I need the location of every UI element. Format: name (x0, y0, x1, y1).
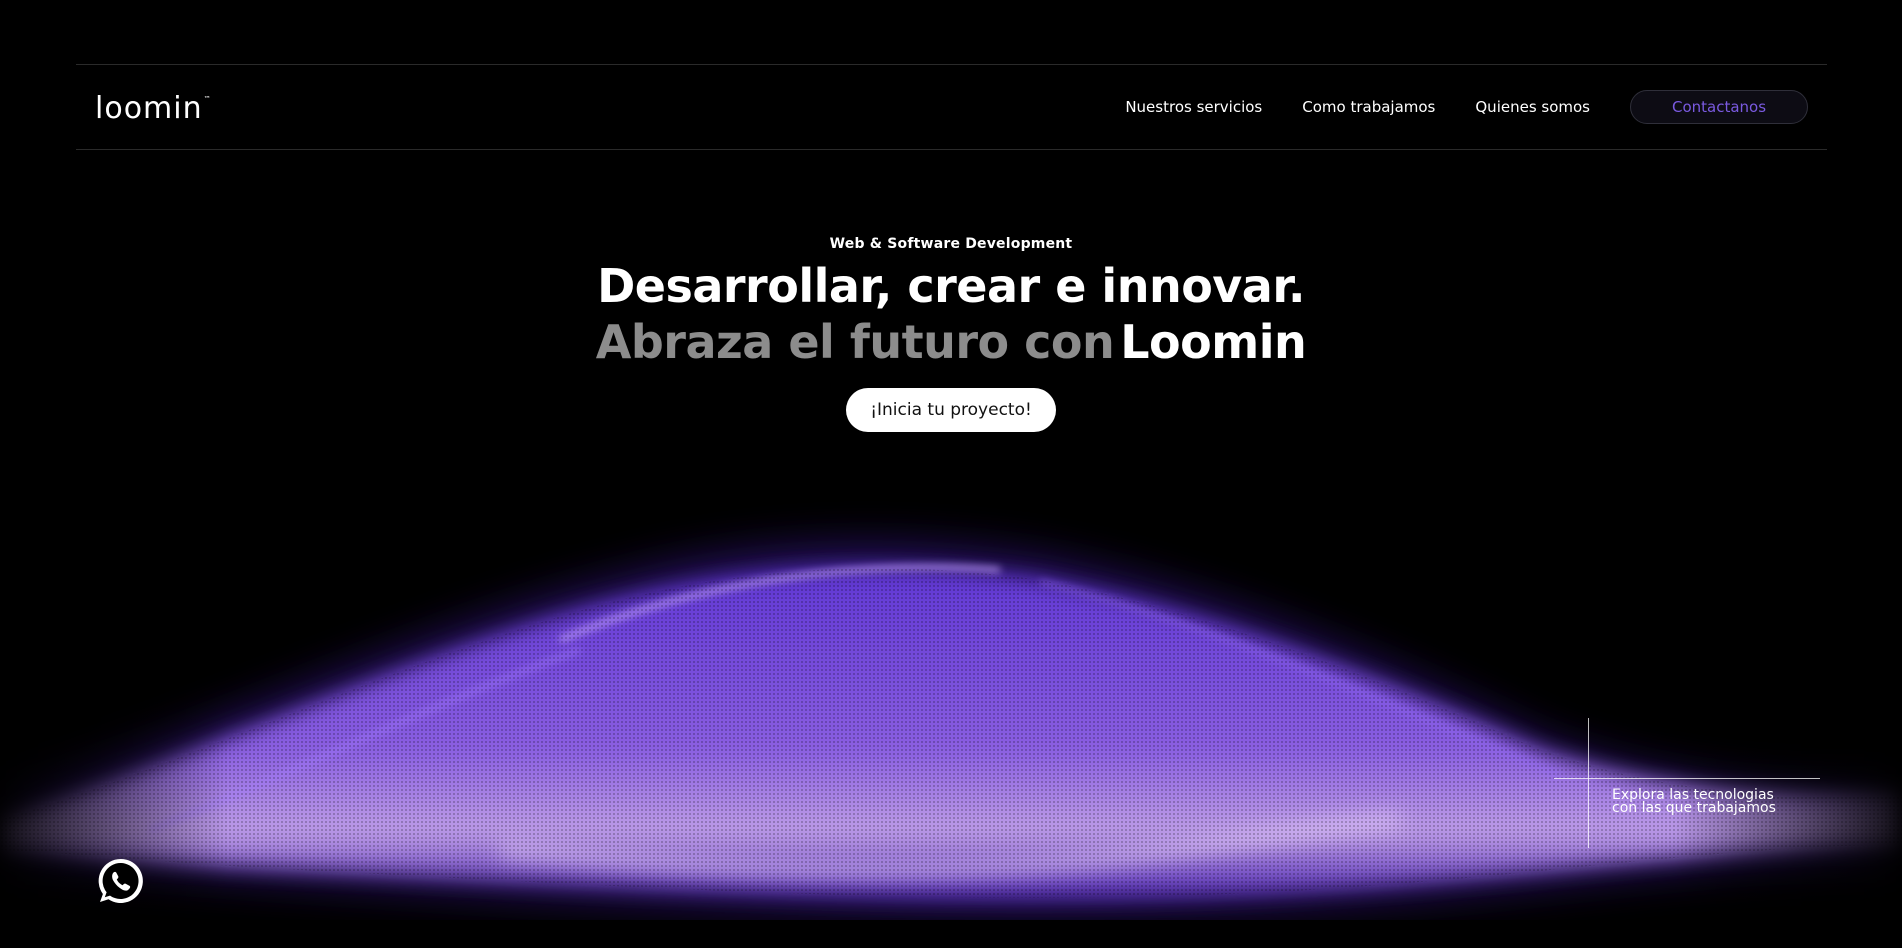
nav-link-how-we-work[interactable]: Como trabajamos (1302, 98, 1435, 116)
hero-headline: Desarrollar, crear e innovar. (597, 259, 1305, 313)
hero-section: Web & Software Development Desarrollar, … (0, 236, 1902, 432)
explore-technologies-link[interactable]: Explora las tecnologias con las que trab… (1612, 788, 1776, 816)
whatsapp-icon[interactable] (96, 856, 146, 906)
contact-button[interactable]: Contactanos (1630, 90, 1808, 124)
nav-link-about-us[interactable]: Quienes somos (1475, 98, 1590, 116)
hero-subheadline-brand: Loomin (1120, 315, 1307, 369)
explore-horizontal-line (1554, 778, 1820, 779)
landing-page: loomin™ Nuestros servicios Como trabajam… (0, 0, 1902, 948)
explore-vertical-line (1588, 718, 1589, 848)
main-nav: Nuestros servicios Como trabajamos Quien… (1125, 65, 1808, 149)
hero-subheadline: Abraza el futuro con Loomin (0, 314, 1902, 370)
start-project-button[interactable]: ¡Inicia tu proyecto! (846, 388, 1056, 432)
loomin-logo[interactable]: loomin™ (95, 91, 212, 126)
logo-trademark: ™ (203, 95, 212, 103)
particle-wave-graphic (0, 500, 1902, 920)
hero-subheadline-muted: Abraza el futuro con (595, 315, 1115, 369)
explore-text-line-2: con las que trabajamos (1612, 800, 1776, 816)
site-header: loomin™ Nuestros servicios Como trabajam… (76, 64, 1827, 150)
nav-link-services[interactable]: Nuestros servicios (1125, 98, 1262, 116)
logo-wordmark: loomin (95, 91, 203, 126)
hero-eyebrow: Web & Software Development (829, 236, 1073, 252)
